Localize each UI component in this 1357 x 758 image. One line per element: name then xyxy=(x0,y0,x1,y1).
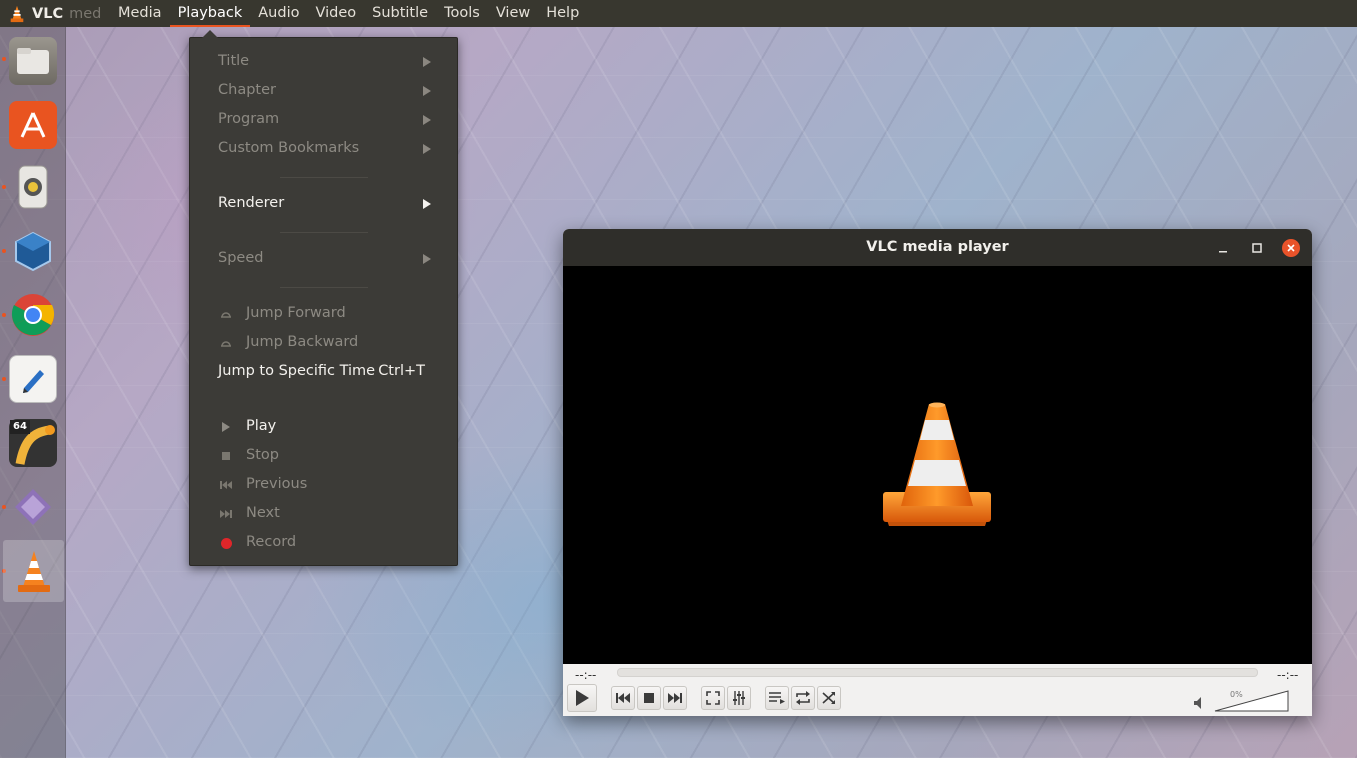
top-menu-bar: VLC med Media Playback Audio Video Subti… xyxy=(0,0,1357,27)
menu-item-jump-specific-time[interactable]: Jump to Specific Time Ctrl+T xyxy=(190,357,457,386)
menu-view[interactable]: View xyxy=(488,0,538,27)
minimize-button[interactable] xyxy=(1214,239,1232,257)
shortcut-label: Ctrl+T xyxy=(378,363,425,379)
chrome-icon[interactable] xyxy=(9,291,57,339)
running-indicator xyxy=(2,377,6,381)
running-indicator xyxy=(2,249,6,253)
volume-slider[interactable] xyxy=(1214,689,1290,713)
menu-tools[interactable]: Tools xyxy=(436,0,488,27)
close-button[interactable] xyxy=(1282,239,1300,257)
play-icon xyxy=(220,421,232,433)
vlc-dock-icon[interactable] xyxy=(3,540,64,602)
window-title: VLC media player xyxy=(866,239,1009,255)
vlc-cone-icon xyxy=(10,5,24,22)
previous-button[interactable] xyxy=(611,686,635,710)
other-app-icon[interactable] xyxy=(9,483,57,531)
menu-item-play[interactable]: Play xyxy=(190,412,457,441)
menu-playback[interactable]: Playback xyxy=(169,0,251,27)
minimize-icon xyxy=(1219,251,1227,253)
stop-icon xyxy=(220,450,232,462)
app-name-label: VLC xyxy=(32,5,64,22)
window-titlebar[interactable]: VLC media player xyxy=(563,229,1312,266)
jump-backward-icon xyxy=(220,337,232,349)
play-icon xyxy=(576,690,589,706)
next-icon xyxy=(668,693,682,703)
app-name: VLC med xyxy=(0,5,110,23)
running-indicator xyxy=(2,313,6,317)
vlc-window: VLC media player --:-- --:-- 0% xyxy=(563,229,1312,716)
vlc-cone-logo xyxy=(883,402,991,526)
play-button[interactable] xyxy=(567,684,597,712)
shuffle-icon xyxy=(822,692,835,704)
menu-subtitle[interactable]: Subtitle xyxy=(364,0,436,27)
menu-audio[interactable]: Audio xyxy=(250,0,307,27)
previous-icon xyxy=(220,479,232,491)
menu-item-title[interactable]: Title xyxy=(190,47,457,76)
time-elapsed: --:-- xyxy=(575,668,597,682)
running-indicator xyxy=(2,185,6,189)
shuffle-button[interactable] xyxy=(817,686,841,710)
menu-item-previous[interactable]: Previous xyxy=(190,470,457,499)
menu-item-next[interactable]: Next xyxy=(190,499,457,528)
badge-64: 64 xyxy=(13,421,27,432)
menu-help[interactable]: Help xyxy=(538,0,587,27)
fullscreen-button[interactable] xyxy=(701,686,725,710)
menu-item-renderer[interactable]: Renderer xyxy=(190,189,457,218)
seek-slider[interactable] xyxy=(617,668,1258,677)
submenu-arrow-icon xyxy=(423,144,431,154)
software-center-icon[interactable] xyxy=(9,101,57,149)
menu-item-stop[interactable]: Stop xyxy=(190,441,457,470)
files-icon[interactable] xyxy=(9,37,57,85)
record-icon xyxy=(220,537,232,549)
maximize-button[interactable] xyxy=(1248,239,1266,257)
submenu-arrow-icon xyxy=(423,115,431,125)
menu-video[interactable]: Video xyxy=(307,0,364,27)
loop-button[interactable] xyxy=(791,686,815,710)
next-button[interactable] xyxy=(663,686,687,710)
playback-menu: Title Chapter Program Custom Bookmarks R… xyxy=(189,30,458,566)
text-editor-icon[interactable] xyxy=(9,355,57,403)
submenu-arrow-icon xyxy=(423,199,431,209)
menu-item-custom-bookmarks[interactable]: Custom Bookmarks xyxy=(190,134,457,163)
submenu-arrow-icon xyxy=(423,57,431,67)
previous-icon xyxy=(616,693,630,703)
rhythmbox-icon[interactable] xyxy=(9,163,57,211)
menu-item-jump-forward[interactable]: Jump Forward xyxy=(190,299,457,328)
menu-separator xyxy=(280,177,368,178)
menu-item-chapter[interactable]: Chapter xyxy=(190,76,457,105)
stop-button[interactable] xyxy=(637,686,661,710)
running-indicator xyxy=(2,505,6,509)
close-icon xyxy=(1287,244,1295,252)
menu-separator xyxy=(280,287,368,288)
jump-forward-icon xyxy=(220,308,232,320)
volume-mute-icon[interactable] xyxy=(1194,694,1206,713)
control-bar: --:-- --:-- 0% xyxy=(563,664,1312,716)
menu-separator xyxy=(280,232,368,233)
menu-item-program[interactable]: Program xyxy=(190,105,457,134)
menu-item-speed[interactable]: Speed xyxy=(190,244,457,273)
maximize-icon xyxy=(1252,243,1262,253)
extended-settings-button[interactable] xyxy=(727,686,751,710)
video-area[interactable] xyxy=(563,266,1312,664)
running-indicator xyxy=(2,57,6,61)
time-total: --:-- xyxy=(1277,668,1299,682)
playlist-icon xyxy=(769,692,785,704)
menu-item-jump-backward[interactable]: Jump Backward xyxy=(190,328,457,357)
submenu-arrow-icon xyxy=(423,86,431,96)
next-icon xyxy=(220,508,232,520)
equalizer-icon xyxy=(733,691,745,705)
pcsx2-64-icon[interactable]: 64 xyxy=(9,419,57,467)
launcher-dock: 64 xyxy=(0,27,66,758)
submenu-arrow-icon xyxy=(423,254,431,264)
fullscreen-icon xyxy=(706,691,720,705)
menu-item-record[interactable]: Record xyxy=(190,528,457,557)
playlist-button[interactable] xyxy=(765,686,789,710)
virtualbox-icon[interactable] xyxy=(9,227,57,275)
menu-media[interactable]: Media xyxy=(110,0,170,27)
loop-icon xyxy=(796,691,810,705)
stop-icon xyxy=(644,693,654,703)
app-name-faded: med xyxy=(69,5,102,22)
